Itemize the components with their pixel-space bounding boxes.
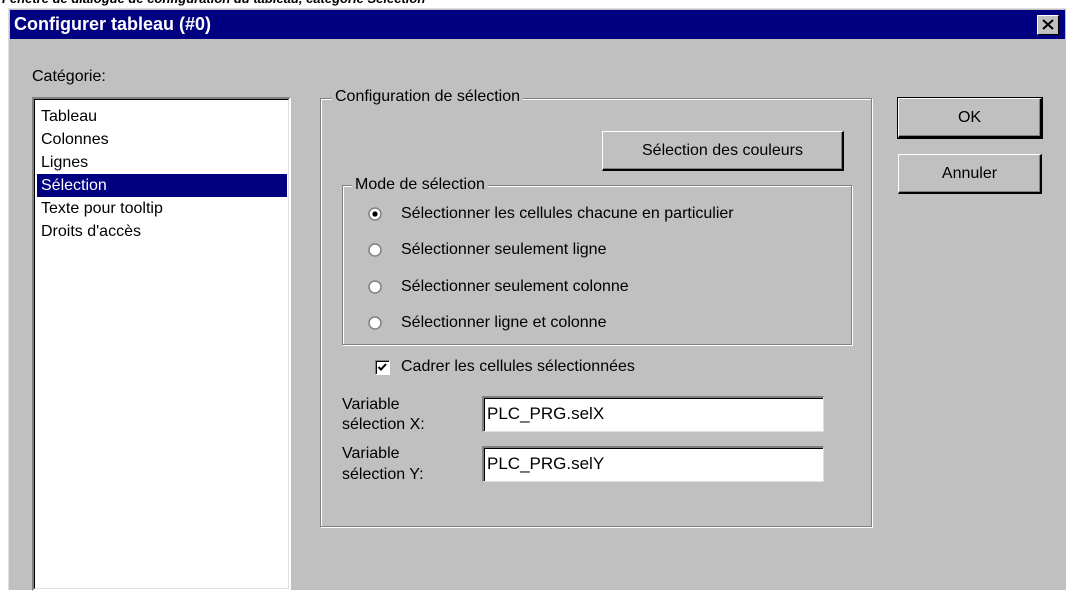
- title-bar[interactable]: Configurer tableau (#0): [10, 10, 1065, 39]
- radio-each-cell[interactable]: [368, 207, 382, 221]
- category-item-tableau[interactable]: Tableau: [37, 105, 287, 128]
- variable-x-label-line1: Variable: [342, 396, 400, 413]
- radio-column-only[interactable]: [368, 280, 382, 294]
- variable-y-label-line2: sélection Y:: [342, 466, 424, 483]
- variable-x-input[interactable]: PLC_PRG.selX: [482, 396, 824, 432]
- radio-row-and-column[interactable]: [368, 316, 382, 330]
- window-title: Configurer tableau (#0): [14, 14, 212, 34]
- color-selection-button-label: Sélection des couleurs: [642, 142, 803, 159]
- category-item-colonnes[interactable]: Colonnes: [37, 128, 287, 151]
- category-item-selection[interactable]: Sélection: [37, 174, 287, 197]
- cancel-button-label: Annuler: [941, 165, 998, 182]
- selection-config-title: Configuration de sélection: [332, 88, 524, 106]
- close-button[interactable]: [1037, 15, 1059, 35]
- variable-x-label-line2: sélection X:: [342, 416, 425, 433]
- category-item-tooltip-text[interactable]: Texte pour tooltip: [37, 197, 287, 220]
- radio-each-cell-label: Sélectionner les cellules chacune en par…: [401, 205, 734, 222]
- ok-button-label: OK: [957, 109, 982, 126]
- category-item-access-rights[interactable]: Droits d'accès: [37, 220, 287, 243]
- cancel-button[interactable]: Annuler: [898, 154, 1042, 194]
- category-item-lignes[interactable]: Lignes: [37, 151, 287, 174]
- category-list-frame: Tableau Colonnes Lignes Sélection Texte …: [34, 99, 289, 589]
- ok-button[interactable]: OK: [897, 97, 1043, 139]
- configure-table-dialog: Configurer tableau (#0) Catégorie: Table…: [8, 8, 1066, 591]
- category-list[interactable]: Tableau Colonnes Lignes Sélection Texte …: [32, 97, 291, 591]
- close-icon: [1042, 19, 1054, 30]
- variable-y-input[interactable]: PLC_PRG.selY: [482, 446, 824, 482]
- selection-mode-title: Mode de sélection: [352, 176, 488, 194]
- checkmark-icon: [377, 363, 387, 371]
- variable-y-label-line1: Variable: [342, 445, 400, 462]
- frame-cells-checkbox[interactable]: [375, 360, 390, 375]
- category-label: Catégorie:: [32, 68, 106, 85]
- radio-row-only-label: Sélectionner seulement ligne: [401, 241, 607, 258]
- cropped-caption-strip: Fenêtre de dialogue de configuration du …: [0, 0, 1066, 8]
- radio-column-only-label: Sélectionner seulement colonne: [401, 278, 629, 295]
- frame-cells-label: Cadrer les cellules sélectionnées: [401, 358, 635, 375]
- radio-row-and-column-label: Sélectionner ligne et colonne: [401, 314, 607, 331]
- radio-row-only[interactable]: [368, 243, 382, 257]
- color-selection-button[interactable]: Sélection des couleurs: [602, 131, 844, 171]
